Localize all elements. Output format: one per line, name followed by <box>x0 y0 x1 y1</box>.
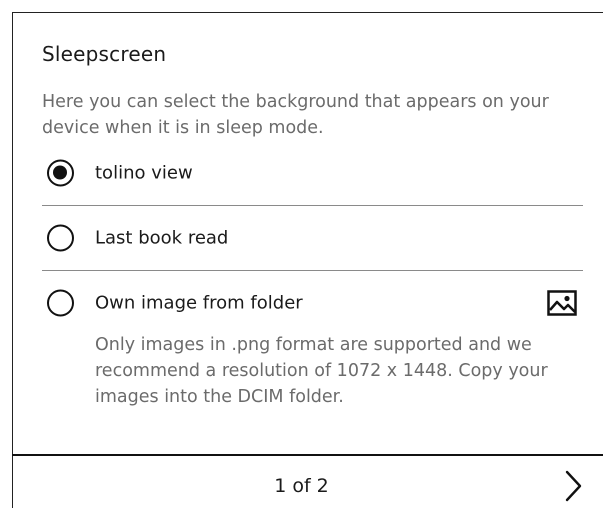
radio-unselected-icon[interactable] <box>47 289 74 317</box>
footer-divider <box>12 454 603 456</box>
chevron-right-icon[interactable] <box>558 468 588 504</box>
page-indicator: 1 of 2 <box>274 475 329 497</box>
page-title: Sleepscreen <box>42 42 167 66</box>
option-last-book-read[interactable]: Last book read <box>42 206 583 270</box>
option-label: tolino view <box>95 162 193 184</box>
image-icon[interactable] <box>547 290 577 316</box>
image-format-note: Only images in .png format are supported… <box>95 335 548 407</box>
option-label: Own image from folder <box>95 292 303 314</box>
option-label: Last book read <box>95 227 229 249</box>
radio-unselected-icon[interactable] <box>47 224 74 252</box>
radio-selected-icon[interactable] <box>47 159 74 187</box>
option-tolino-view[interactable]: tolino view <box>42 141 583 205</box>
option-own-image[interactable]: Own image from folder <box>42 271 583 335</box>
page-description: Here you can select the background that … <box>42 92 549 138</box>
